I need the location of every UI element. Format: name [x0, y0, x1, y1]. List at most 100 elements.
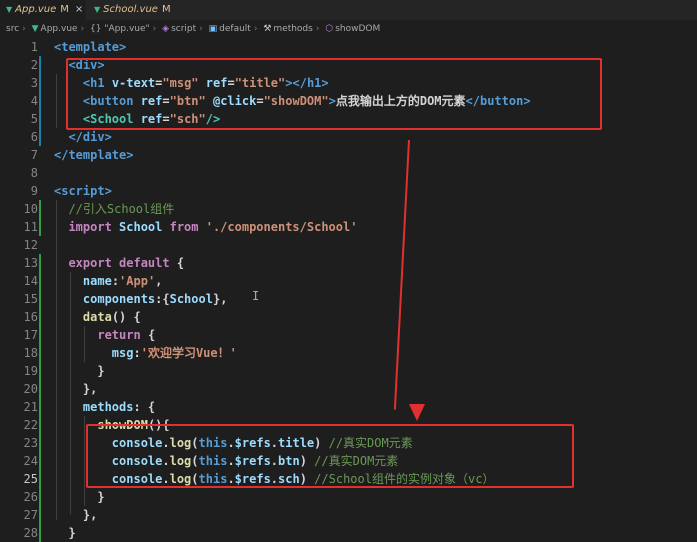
line-number: 9: [30, 184, 38, 198]
code-text: }: [54, 362, 104, 380]
indent-guide: [70, 272, 71, 514]
git-change-marker: [39, 92, 41, 110]
tab-school-vue[interactable]: ▼ School.vue M: [88, 0, 174, 20]
text-cursor-icon: I: [252, 289, 260, 303]
code-line[interactable]: 21 methods: {: [0, 398, 697, 416]
code-line[interactable]: 15 components:{School},: [0, 290, 697, 308]
code-text: }: [54, 488, 104, 506]
git-change-marker: [39, 452, 41, 470]
breadcrumb-item[interactable]: showDOM: [335, 20, 380, 38]
code-token: :: [111, 274, 120, 288]
code-token: msg: [111, 346, 134, 360]
code-line[interactable]: 19 }: [0, 362, 697, 380]
code-line[interactable]: 10 //引入School组件: [0, 200, 697, 218]
close-tab-icon[interactable]: ×: [75, 4, 83, 15]
code-line[interactable]: 13 export default {: [0, 254, 697, 272]
code-line[interactable]: 14 name:'App',: [0, 272, 697, 290]
code-token: </div>: [68, 130, 112, 144]
breadcrumb-item[interactable]: App.vue: [41, 20, 78, 38]
code-line[interactable]: 16 data() {: [0, 308, 697, 326]
line-number: 10: [23, 202, 38, 216]
line-number: 21: [23, 400, 38, 414]
code-token: },: [54, 508, 98, 522]
code-text: components:{School},: [54, 290, 228, 308]
code-token: School: [119, 220, 170, 234]
line-number: 28: [23, 526, 38, 540]
breadcrumb: src › ▼ App.vue › {} "App.vue" › ◈ script › ▣ d…: [0, 20, 697, 38]
vue-file-icon: ▼: [31, 24, 39, 34]
tab-label: App.vue: [15, 4, 57, 15]
code-line[interactable]: 27 },: [0, 506, 697, 524]
git-change-marker: [39, 74, 41, 92]
line-number: 8: [30, 166, 38, 180]
code-line[interactable]: 8: [0, 164, 697, 182]
line-number: 26: [23, 490, 38, 504]
git-change-marker: [39, 326, 41, 344]
git-change-marker: [39, 56, 41, 74]
line-number: 17: [23, 328, 38, 342]
tab-app-vue[interactable]: ▼ App.vue M ×: [0, 0, 86, 21]
code-line[interactable]: 18 msg:'欢迎学习Vue！': [0, 344, 697, 362]
highlight-box-methods: [86, 424, 574, 488]
indent-guide: [84, 326, 85, 362]
code-line[interactable]: 17 return {: [0, 326, 697, 344]
code-token: School: [169, 292, 213, 306]
git-change-marker: [39, 200, 41, 218]
code-token: export default: [68, 256, 177, 270]
line-number: 18: [23, 346, 38, 360]
line-number: 7: [30, 148, 38, 162]
code-token: :: [133, 346, 141, 360]
code-token: '欢迎学习Vue！': [140, 346, 237, 360]
line-number: 13: [23, 256, 38, 270]
indent-guide: [56, 200, 57, 520]
code-token: </template>: [54, 148, 134, 162]
code-line[interactable]: 7 </template>: [0, 146, 697, 164]
line-number: 4: [30, 94, 38, 108]
git-change-marker: [39, 434, 41, 452]
git-change-marker: [39, 398, 41, 416]
git-change-marker: [39, 362, 41, 380]
breadcrumb-item[interactable]: src: [6, 20, 19, 38]
code-line[interactable]: 9 <script>: [0, 182, 697, 200]
git-change-marker: [39, 218, 41, 236]
code-line[interactable]: 28 }: [0, 524, 697, 542]
code-token: :{: [155, 292, 170, 306]
breadcrumb-item[interactable]: script: [171, 20, 196, 38]
code-token: from: [169, 220, 206, 234]
breadcrumb-item[interactable]: {} "App.vue": [90, 20, 150, 38]
code-token: {: [176, 256, 185, 270]
code-token: name: [82, 274, 112, 288]
code-line[interactable]: 6 </div>: [0, 128, 697, 146]
modified-badge: M: [60, 4, 69, 15]
git-change-marker: [39, 506, 41, 524]
git-change-marker: [39, 380, 41, 398]
wrench-icon: ⚒: [263, 24, 272, 34]
code-line[interactable]: 11 import School from './components/Scho…: [0, 218, 697, 236]
code-line[interactable]: 1 <template>: [0, 38, 697, 56]
code-line[interactable]: 20 },: [0, 380, 697, 398]
code-token: {: [147, 328, 156, 342]
code-text: import School from './components/School': [54, 218, 357, 236]
line-number: 3: [30, 76, 38, 90]
code-line[interactable]: 26 }: [0, 488, 697, 506]
tab-label: School.vue: [103, 4, 158, 15]
code-text: <script>: [54, 182, 112, 200]
code-line[interactable]: 12: [0, 236, 697, 254]
breadcrumb-item[interactable]: default: [219, 20, 251, 38]
breadcrumb-item[interactable]: methods: [273, 20, 312, 38]
method-icon: ⬡: [325, 24, 334, 34]
annotation-arrow-head: [409, 404, 425, 421]
git-change-marker: [39, 344, 41, 362]
git-change-marker: [39, 110, 41, 128]
line-number: 15: [23, 292, 38, 306]
code-text: <template>: [54, 38, 126, 56]
code-text: },: [54, 506, 97, 524]
git-change-marker: [39, 470, 41, 488]
code-token: () {: [111, 310, 141, 324]
code-token: <script>: [54, 184, 112, 198]
code-token: './components/School': [205, 220, 358, 234]
